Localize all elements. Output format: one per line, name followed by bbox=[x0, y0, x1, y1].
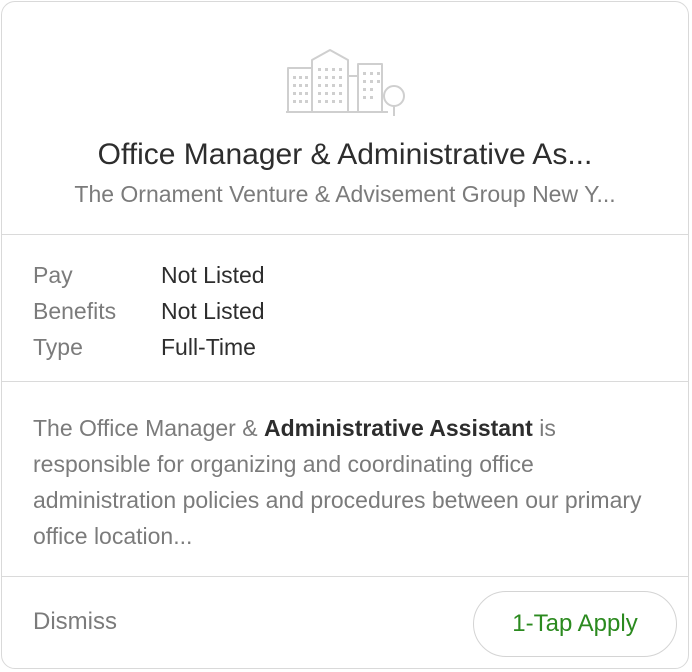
job-card: Office Manager & Administrative As... Th… bbox=[1, 1, 689, 669]
details-divider bbox=[2, 381, 688, 382]
company-name: The Ornament Venture & Advisement Group … bbox=[74, 181, 616, 207]
description-highlight: Administrative Assistant bbox=[263, 415, 533, 441]
job-header: Office Manager & Administrative As... Th… bbox=[2, 2, 688, 235]
detail-label: Type bbox=[33, 334, 83, 360]
actions-divider bbox=[2, 576, 688, 577]
job-description: The Office Manager & Administrative Assi… bbox=[33, 410, 653, 554]
dismiss-button[interactable]: Dismiss bbox=[33, 608, 117, 636]
detail-label: Pay bbox=[33, 262, 73, 288]
one-tap-apply-button[interactable]: 1-Tap Apply bbox=[473, 591, 677, 657]
description-text: The Office Manager & bbox=[33, 415, 264, 441]
detail-value: Full-Time bbox=[161, 334, 256, 360]
detail-value: Not Listed bbox=[161, 298, 265, 324]
job-title[interactable]: Office Manager & Administrative As... bbox=[2, 138, 688, 172]
building-icon bbox=[286, 49, 405, 116]
detail-label: Benefits bbox=[33, 298, 117, 324]
detail-value: Not Listed bbox=[161, 262, 265, 288]
header-divider bbox=[2, 234, 688, 235]
